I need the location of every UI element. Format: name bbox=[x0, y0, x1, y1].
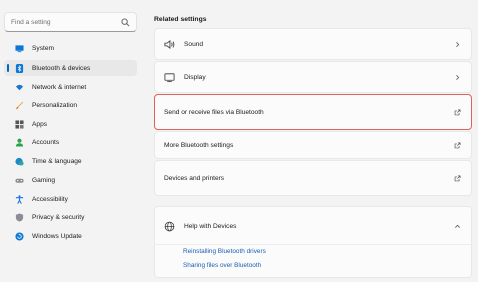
sidebar-item-network[interactable]: Network & internet bbox=[4, 79, 137, 95]
sidebar-item-bluetooth[interactable]: Bluetooth & devices bbox=[4, 60, 137, 76]
monitor-icon bbox=[15, 44, 24, 53]
wifi-icon bbox=[15, 83, 24, 92]
globe-clock-icon bbox=[15, 157, 24, 166]
speaker-icon bbox=[164, 39, 175, 50]
sidebar-item-label: Gaming bbox=[32, 176, 56, 184]
help-link[interactable]: Reinstalling Bluetooth drivers bbox=[183, 248, 266, 255]
sidebar-item-label: Privacy & security bbox=[32, 213, 85, 221]
send-receive-files-row[interactable]: Send or receive files via Bluetooth bbox=[154, 94, 472, 130]
sidebar-item-accessibility[interactable]: Accessibility bbox=[4, 191, 137, 207]
display-row[interactable]: Display bbox=[154, 61, 472, 93]
sidebar: Find a setting System Bluetooth & device… bbox=[0, 0, 142, 282]
gamepad-icon bbox=[15, 176, 24, 185]
chevron-right-icon bbox=[454, 41, 461, 48]
row-label: Display bbox=[184, 73, 206, 81]
devices-printers-row[interactable]: Devices and printers bbox=[154, 160, 472, 196]
help-link[interactable]: Sharing files over Bluetooth bbox=[183, 262, 261, 269]
sidebar-item-time-language[interactable]: Time & language bbox=[4, 153, 137, 169]
globe-icon bbox=[164, 221, 175, 232]
update-icon bbox=[15, 231, 24, 241]
sidebar-item-label: Apps bbox=[32, 120, 48, 128]
sidebar-item-label: Bluetooth & devices bbox=[32, 64, 91, 72]
row-label: Send or receive files via Bluetooth bbox=[164, 108, 264, 116]
search-box[interactable]: Find a setting bbox=[4, 12, 137, 32]
help-header[interactable]: Help with Devices bbox=[164, 207, 461, 245]
help-title: Help with Devices bbox=[184, 222, 237, 230]
sidebar-item-personalization[interactable]: Personalization bbox=[4, 97, 137, 113]
display-icon bbox=[164, 72, 175, 83]
sidebar-item-accounts[interactable]: Accounts bbox=[4, 134, 137, 150]
external-link-icon bbox=[454, 109, 461, 116]
sidebar-item-system[interactable]: System bbox=[4, 40, 137, 56]
person-icon bbox=[15, 138, 24, 147]
sidebar-item-gaming[interactable]: Gaming bbox=[4, 172, 137, 188]
sidebar-item-label: Personalization bbox=[32, 101, 78, 109]
search-input[interactable]: Find a setting bbox=[11, 19, 121, 26]
sidebar-item-privacy[interactable]: Privacy & security bbox=[4, 209, 137, 225]
sound-row[interactable]: Sound bbox=[154, 28, 472, 60]
external-link-icon bbox=[454, 142, 461, 149]
main-content: Related settings Sound Display Send or r… bbox=[154, 0, 472, 282]
sidebar-item-label: System bbox=[32, 44, 54, 52]
shield-icon bbox=[15, 212, 24, 222]
external-link-icon bbox=[454, 175, 461, 182]
bluetooth-icon bbox=[15, 63, 24, 73]
sidebar-item-label: Accounts bbox=[32, 138, 60, 146]
row-label: More Bluetooth settings bbox=[164, 141, 234, 149]
row-label: Sound bbox=[184, 40, 204, 48]
sidebar-item-windows-update[interactable]: Windows Update bbox=[4, 228, 137, 244]
chevron-right-icon bbox=[454, 74, 461, 81]
apps-icon bbox=[15, 119, 24, 129]
sidebar-item-apps[interactable]: Apps bbox=[4, 116, 137, 132]
brush-icon bbox=[15, 101, 24, 110]
search-icon[interactable] bbox=[121, 17, 130, 27]
chevron-up-icon[interactable] bbox=[454, 223, 461, 230]
sidebar-item-label: Time & language bbox=[32, 157, 82, 165]
accessibility-icon bbox=[15, 194, 24, 204]
sidebar-item-label: Network & internet bbox=[32, 83, 87, 91]
section-title: Related settings bbox=[154, 16, 207, 23]
sidebar-item-label: Accessibility bbox=[32, 195, 68, 203]
sidebar-item-label: Windows Update bbox=[32, 232, 82, 240]
row-label: Devices and printers bbox=[164, 174, 225, 182]
more-bluetooth-settings-row[interactable]: More Bluetooth settings bbox=[154, 131, 472, 159]
help-divider bbox=[155, 244, 471, 245]
